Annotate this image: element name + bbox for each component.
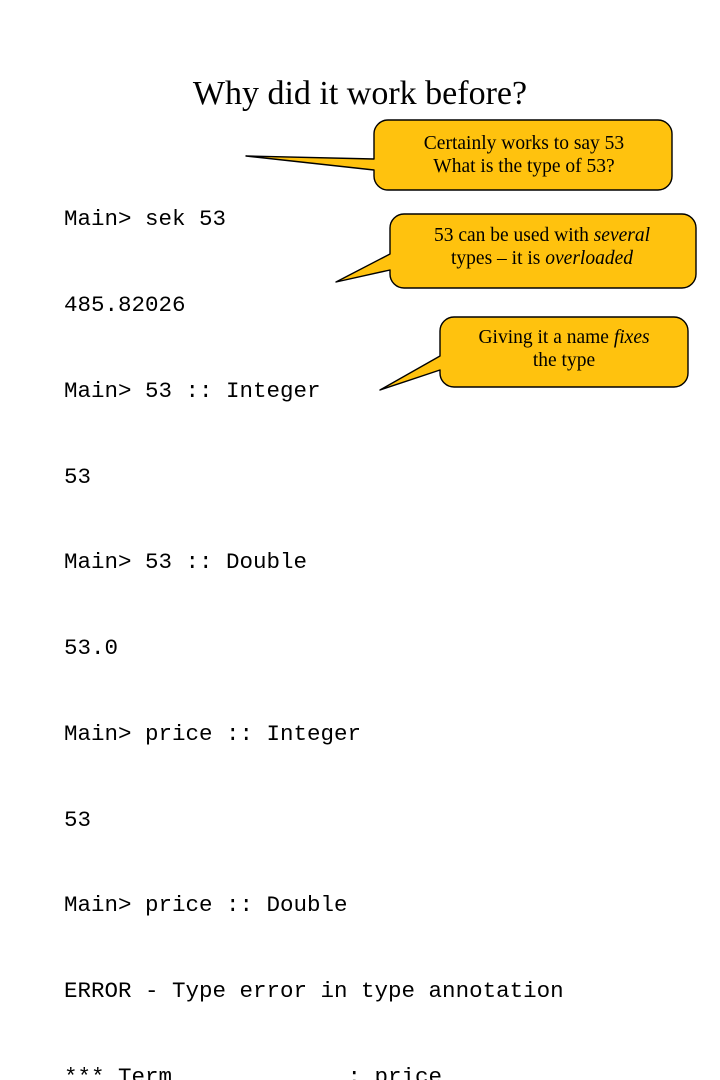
callout-1-line2: What is the type of 53? bbox=[433, 156, 615, 177]
callout-2-line2-a: types – it is bbox=[451, 248, 546, 269]
callout-1-text: Certainly works to say 53 What is the ty… bbox=[374, 132, 674, 178]
callout-3-line1-emphasis: fixes bbox=[613, 327, 650, 348]
console-line: ERROR - Type error in type annotation bbox=[64, 978, 564, 1005]
console-line: Main> price :: Integer bbox=[64, 720, 362, 747]
console-line: Main> 53 :: Double bbox=[64, 549, 308, 576]
callout-1-line1: Certainly works to say 53 bbox=[423, 133, 625, 154]
callout-2-line1-emphasis: several bbox=[593, 225, 651, 246]
console-line: *** Term : price bbox=[64, 1064, 443, 1080]
callout-3-line2: the type bbox=[532, 350, 596, 371]
callout-3-text: Giving it a name fixes the type bbox=[444, 326, 684, 372]
callout-2-text: 53 can be used with several types – it i… bbox=[392, 224, 692, 270]
console-line: 53 bbox=[64, 463, 92, 490]
slide-canvas: Why did it work before? Main> sek 53 485… bbox=[0, 0, 720, 1080]
callout-bubble-3: Giving it a name fixes the type bbox=[374, 312, 692, 396]
console-line: 53.0 bbox=[64, 635, 119, 662]
callout-2-line1-a: 53 can be used with bbox=[433, 225, 594, 246]
callout-2-line2-emphasis: overloaded bbox=[545, 248, 633, 269]
console-line: Main> price :: Double bbox=[64, 892, 348, 919]
callout-bubble-1: Certainly works to say 53 What is the ty… bbox=[245, 118, 682, 198]
callout-bubble-2: 53 can be used with several types – it i… bbox=[330, 208, 702, 296]
page-title: Why did it work before? bbox=[192, 75, 528, 112]
console-line: 53 bbox=[64, 806, 92, 833]
callout-3-line1-a: Giving it a name bbox=[478, 327, 614, 348]
